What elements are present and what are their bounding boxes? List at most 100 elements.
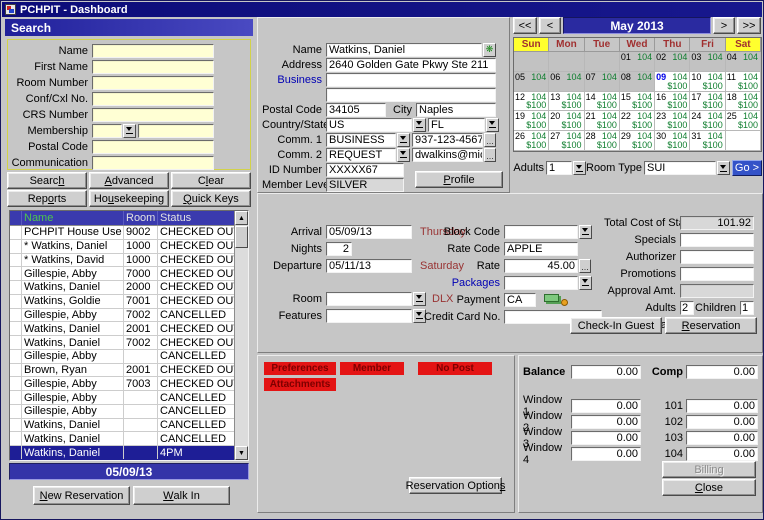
calendar-day-cell[interactable]: 21104$100 [585,111,620,131]
packages-dropdown-icon[interactable] [579,276,592,290]
calendar-day-cell[interactable]: 05104 [514,72,549,92]
specials-input[interactable] [680,233,754,247]
calendar-next-year-button[interactable]: >> [737,17,761,34]
features-input[interactable] [326,309,412,323]
departure-input[interactable]: 05/11/13 [326,259,412,273]
state-input[interactable]: FL [428,118,485,132]
go-button[interactable]: Go > [732,160,762,176]
lamp-attachments[interactable]: Attachments [264,378,336,391]
arrival-input[interactable]: 05/09/13 [326,225,412,239]
check-in-guest-button[interactable]: Check-In Guest [570,317,662,334]
table-row[interactable]: Gillespie, Abby7000CHECKED OUT [10,267,234,281]
postal-code-input[interactable] [92,140,214,154]
calendar-day-cell[interactable]: 02104 [655,52,690,72]
calendar-day-cell[interactable]: 23104$100 [655,111,690,131]
housekeeping-button[interactable]: Housekeeping [89,190,169,207]
comm1-dropdown-icon[interactable] [397,133,410,147]
calendar-day-cell[interactable]: 22104$100 [620,111,655,131]
comm2-ellipsis-icon[interactable]: … [484,148,496,162]
name-input[interactable] [92,44,214,58]
advanced-button[interactable]: Advanced [89,172,169,189]
table-row[interactable]: PCHPIT House Use9002CHECKED OUT [10,226,234,240]
table-row[interactable]: Gillespie, Abby7003CHECKED OUT [10,377,234,391]
calendar-day-cell[interactable]: 27104$100 [549,131,584,151]
clear-button[interactable]: Clear [171,172,251,189]
calendar-day-cell[interactable]: 07104 [585,72,620,92]
results-scrollbar[interactable]: ▲ ▼ [234,211,248,460]
window-amount-field[interactable]: 0.00 [571,447,641,461]
profile-name-input[interactable]: Watkins, Daniel [326,43,482,57]
calendar-prev-month-button[interactable]: < [539,17,561,34]
table-row[interactable]: Gillespie, AbbyCANCELLED [10,350,234,364]
calendar-day-cell[interactable]: 25104$100 [726,111,761,131]
calendar-day-cell[interactable]: 09104$100 [655,72,690,92]
profile-lookup-icon[interactable]: ❋ [483,43,496,57]
address-input[interactable]: 2640 Golden Gate Pkwy Ste 211 [326,58,496,72]
reservation-button[interactable]: Reservation [665,317,757,334]
folio-amount-field[interactable]: 0.00 [686,447,758,461]
table-row[interactable]: Watkins, Daniel4PM [10,446,234,460]
calendar-day-cell[interactable]: 31104$100 [690,131,725,151]
table-row[interactable]: Brown, Ryan2001CHECKED OUT [10,364,234,378]
profile-button[interactable]: Profile [415,171,503,188]
calendar-day-cell[interactable]: 24104$100 [690,111,725,131]
calendar-day-cell[interactable]: 10104$100 [690,72,725,92]
table-row[interactable]: Watkins, DanielCANCELLED [10,432,234,446]
table-row[interactable]: * Watkins, Daniel1000CHECKED OUT [10,240,234,254]
table-row[interactable]: Watkins, DanielCANCELLED [10,419,234,433]
room-input[interactable] [326,292,412,306]
scrollbar-thumb[interactable] [235,226,248,248]
comm2-dropdown-icon[interactable] [397,148,410,162]
room-number-input[interactable] [92,76,214,90]
table-row[interactable]: Gillespie, AbbyCANCELLED [10,391,234,405]
calendar-day-cell[interactable]: 15104$100 [620,92,655,112]
calendar-day-cell[interactable]: 28104$100 [585,131,620,151]
comm1-value-input[interactable]: 937-123-4567 [412,133,483,147]
reports-button[interactable]: Reports [7,190,87,207]
table-row[interactable]: Watkins, Daniel2001CHECKED OUT [10,322,234,336]
new-reservation-button[interactable]: New Reservation [33,486,130,505]
comm1-type-input[interactable]: BUSINESS [326,133,396,147]
communication-input[interactable] [92,156,214,170]
room-type-dropdown-icon[interactable] [717,161,730,175]
crs-number-input[interactable] [92,108,214,122]
authorizer-input[interactable] [680,250,754,264]
profile-postal-input[interactable]: 34105 [326,103,386,117]
table-row[interactable]: Watkins, Daniel2000CHECKED OUT [10,281,234,295]
folio-amount-field[interactable]: 0.00 [686,415,758,429]
comm2-value-input[interactable]: dwalkins@micros [412,148,483,162]
walk-in-button[interactable]: Walk In [133,486,230,505]
membership-number-input[interactable] [138,124,214,138]
folio-amount-field[interactable]: 0.00 [686,431,758,445]
calendar-day-cell[interactable]: 12104$100 [514,92,549,112]
calendar-day-cell[interactable]: 29104$100 [620,131,655,151]
calendar-day-cell[interactable]: 16104$100 [655,92,690,112]
state-dropdown-icon[interactable] [486,118,499,132]
table-row[interactable]: Watkins, Daniel7002CHECKED OUT [10,336,234,350]
comm1-ellipsis-icon[interactable]: … [484,133,496,147]
close-button[interactable]: Close [662,479,756,496]
calendar-day-cell[interactable]: 06104 [549,72,584,92]
business-input[interactable] [326,73,496,87]
table-row[interactable]: Gillespie, AbbyCANCELLED [10,405,234,419]
window-amount-field[interactable]: 0.00 [571,415,641,429]
calendar-day-cell[interactable]: 14104$100 [585,92,620,112]
country-dropdown-icon[interactable] [413,118,426,132]
conf-cxl-input[interactable] [92,92,214,106]
comm2-type-input[interactable]: REQUEST [326,148,396,162]
calendar-day-cell[interactable]: 17104$100 [690,92,725,112]
adults-input[interactable]: 1 [546,161,572,175]
calendar-prev-year-button[interactable]: << [513,17,537,34]
calendar-day-cell[interactable]: 30104$100 [655,131,690,151]
block-code-input[interactable] [504,225,578,239]
lamp-no-post[interactable]: No Post [418,362,492,375]
table-row[interactable]: * Watkins, David1000CHECKED OUT [10,254,234,268]
first-name-input[interactable] [92,60,214,74]
calendar-day-cell[interactable]: 20104$100 [549,111,584,131]
address-line2-input[interactable] [326,88,496,102]
calendar-day-cell[interactable]: 11104$100 [726,72,761,92]
calendar-day-cell[interactable]: 26104$100 [514,131,549,151]
resv-adults-input[interactable]: 2 [680,301,694,315]
packages-input[interactable] [504,276,578,290]
lamp-preferences[interactable]: Preferences [264,362,336,375]
